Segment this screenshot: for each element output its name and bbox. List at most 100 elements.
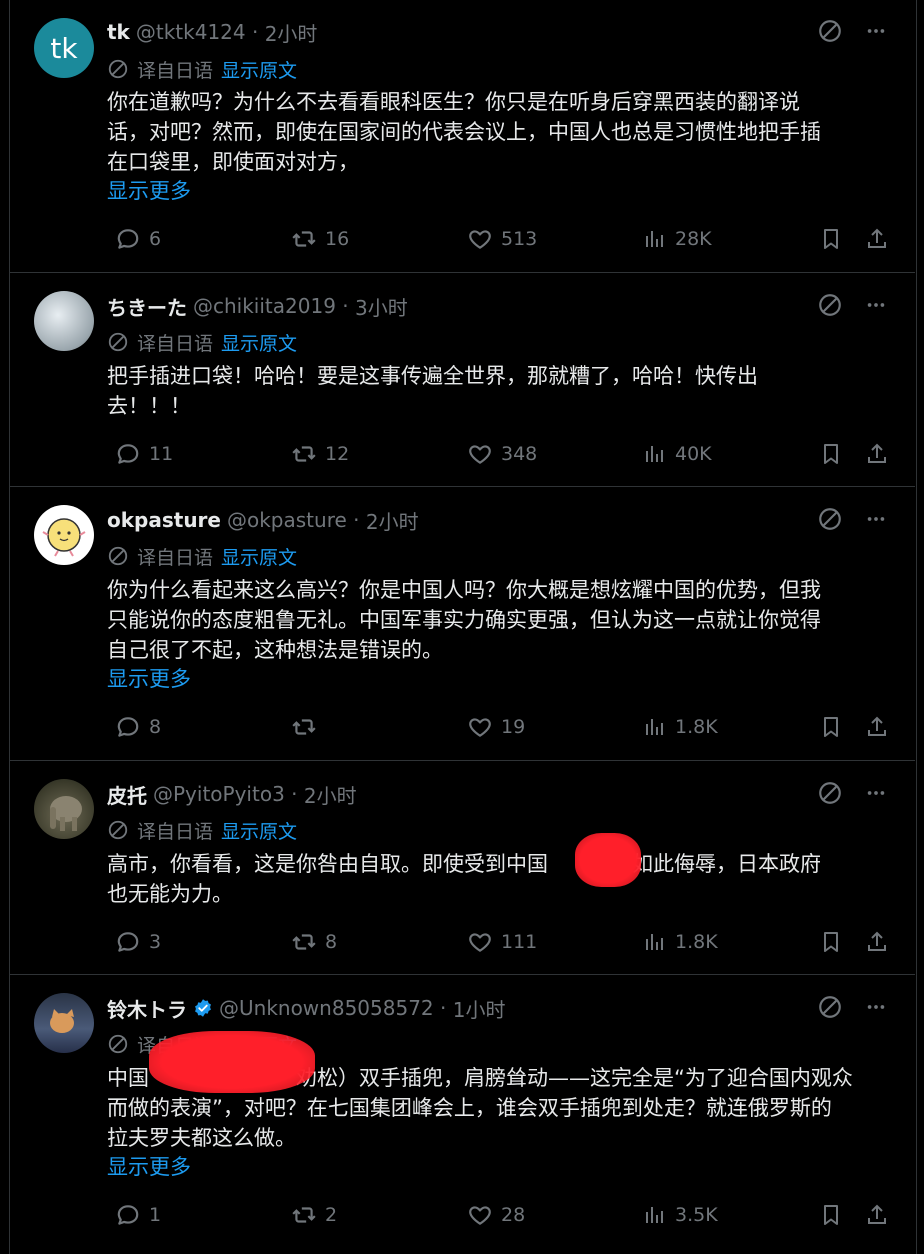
show-more-link[interactable]: 显示更多 [107,1152,191,1182]
display-name[interactable]: 皮托 [107,780,147,809]
views-button[interactable]: 40K [643,439,712,469]
timestamp[interactable]: 1小时 [453,994,506,1023]
avatar[interactable] [34,505,94,565]
repost-button[interactable]: 16 [291,224,349,254]
avatar[interactable] [34,993,94,1053]
repost-button[interactable]: 2 [291,1200,337,1230]
timestamp[interactable]: 3小时 [355,292,408,321]
like-button[interactable]: 111 [467,927,537,957]
tweet-header: okpasture @okpasture · 2小时 [107,506,419,534]
translate-icon[interactable] [817,292,843,318]
share-button[interactable] [865,712,897,742]
like-button[interactable]: 28 [467,1200,525,1230]
like-button[interactable]: 513 [467,224,537,254]
like-icon [467,1202,493,1228]
tweet-1[interactable]: tk tk @tktk4124 · 2小时 译自日语 显示原文 你在道歉吗？为什… [9,0,915,273]
repost-button[interactable] [291,712,325,742]
display-name[interactable]: tk [107,20,130,44]
avatar[interactable] [34,779,94,839]
timestamp[interactable]: 2小时 [366,506,419,535]
tweet-top-actions [817,506,887,532]
share-icon [865,227,889,251]
reply-button[interactable]: 11 [115,439,173,469]
tweet-5[interactable]: 铃木トラ @Unknown85058572 · 1小时 译自日语 显示原文 中国… [9,975,915,1254]
reply-button[interactable]: 1 [115,1200,161,1230]
bookmark-button[interactable] [819,927,851,957]
share-button[interactable] [865,439,897,469]
handle[interactable]: @chikiita2019 [193,294,336,318]
share-icon [865,442,889,466]
translation-bar: 译自日语 显示原文 [107,329,297,355]
action-bar: 11 12 348 40K [105,439,895,469]
separator-dot: · [335,294,355,318]
handle[interactable]: @Unknown85058572 [219,996,434,1020]
more-icon[interactable] [865,20,887,42]
tweet-header: 铃木トラ @Unknown85058572 · 1小时 [107,994,505,1022]
avatar[interactable] [34,291,94,351]
show-original-link[interactable]: 显示原文 [221,543,297,570]
like-button[interactable]: 19 [467,712,525,742]
show-original-link[interactable]: 显示原文 [221,817,297,844]
share-button[interactable] [865,927,897,957]
action-bar: 8 19 1.8K [105,712,895,742]
repost-button[interactable]: 12 [291,439,349,469]
show-original-link[interactable]: 显示原文 [221,329,297,356]
translate-icon[interactable] [817,18,843,44]
more-icon[interactable] [865,782,887,804]
tweet-text: 你在道歉吗？为什么不去看看眼科医生？你只是在听身后穿黑西装的翻译说 话，对吧？然… [107,90,821,174]
translate-icon[interactable] [817,780,843,806]
reply-count: 6 [149,228,162,250]
timestamp[interactable]: 2小时 [304,780,357,809]
repost-button[interactable]: 8 [291,927,337,957]
views-button[interactable]: 1.8K [643,927,718,957]
tweet-2[interactable]: ちきーた @chikiita2019 · 3小时 译自日语 显示原文 把手插进口… [9,273,915,487]
reply-button[interactable]: 3 [115,927,161,957]
repost-icon [291,929,317,955]
bookmark-button[interactable] [819,712,851,742]
reply-button[interactable]: 6 [115,224,161,254]
views-button[interactable]: 28K [643,224,712,254]
more-icon[interactable] [865,508,887,530]
tweet-3[interactable]: okpasture @okpasture · 2小时 译自日语 显示原文 你为什… [9,487,915,761]
red-redaction-mark [575,833,641,887]
avatar[interactable]: tk [34,18,94,78]
views-icon [643,227,667,251]
share-icon [865,715,889,739]
reply-count: 8 [149,716,162,738]
handle[interactable]: @PyitoPyito3 [153,782,285,806]
views-icon [643,1203,667,1227]
bookmark-button[interactable] [819,439,851,469]
show-more-link[interactable]: 显示更多 [107,664,191,694]
more-icon[interactable] [865,294,887,316]
show-original-link[interactable]: 显示原文 [221,56,297,83]
translation-bar: 译自日语 显示原文 [107,817,297,843]
translated-from-label: 译自日语 [137,546,214,569]
display-name[interactable]: ちきーた [107,292,187,321]
like-count: 28 [501,1204,526,1226]
translate-icon[interactable] [817,994,843,1020]
views-button[interactable]: 3.5K [643,1200,718,1230]
bookmark-button[interactable] [819,224,851,254]
share-button[interactable] [865,1200,897,1230]
share-button[interactable] [865,224,897,254]
handle[interactable]: @tktk4124 [136,20,246,44]
tweet-4[interactable]: 皮托 @PyitoPyito3 · 2小时 译自日语 显示原文 高市，你看看，这… [9,761,915,975]
bookmark-button[interactable] [819,1200,851,1230]
verified-badge-icon[interactable] [193,998,213,1018]
views-button[interactable]: 1.8K [643,712,718,742]
timestamp[interactable]: 2小时 [265,18,318,47]
repost-count: 12 [325,443,350,465]
translation-bar: 译自日语 显示原文 [107,543,297,569]
tweet-text: 把手插进口袋！哈哈！要是这事传遍全世界，那就糟了，哈哈！快传出 去！！！ [107,364,758,418]
reply-icon [115,1202,141,1228]
display-name[interactable]: okpasture [107,508,221,532]
like-button[interactable]: 348 [467,439,537,469]
repost-count: 8 [325,931,338,953]
reply-icon [115,226,141,252]
show-more-link[interactable]: 显示更多 [107,176,191,206]
reply-button[interactable]: 8 [115,712,161,742]
more-icon[interactable] [865,996,887,1018]
translate-icon[interactable] [817,506,843,532]
handle[interactable]: @okpasture [227,508,347,532]
display-name[interactable]: 铃木トラ [107,994,187,1023]
